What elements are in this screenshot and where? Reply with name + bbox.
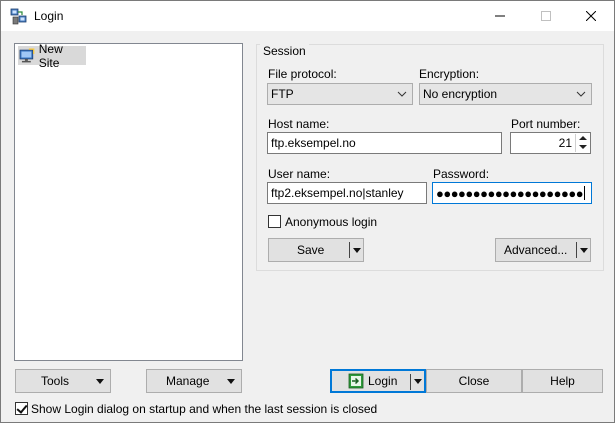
advanced-button-label: Advanced...	[504, 243, 568, 257]
tools-button[interactable]: Tools	[15, 369, 111, 393]
password-input[interactable]: ●●●●●●●●●●●●●●●●●●●●	[432, 182, 592, 204]
file-protocol-label: File protocol:	[268, 67, 337, 81]
anonymous-login-checkbox[interactable]	[268, 215, 281, 228]
port-number-spinner[interactable]	[575, 134, 589, 152]
password-label: Password:	[433, 167, 490, 181]
login-button-label: Login	[368, 374, 398, 388]
maximize-icon	[541, 11, 551, 21]
save-dropdown-arrow-icon[interactable]	[353, 248, 361, 253]
host-name-input[interactable]: ftp.eksempel.no	[267, 132, 502, 154]
site-tree-item-new-site[interactable]: New Site	[18, 42, 86, 70]
help-button-label: Help	[550, 374, 575, 388]
manage-dropdown-arrow-icon	[227, 379, 235, 384]
chevron-down-icon	[397, 91, 407, 97]
computer-icon	[19, 48, 35, 62]
user-name-input[interactable]: ftp2.eksempel.no|stanley	[267, 182, 427, 204]
close-button-label: Close	[458, 374, 490, 388]
login-icon	[348, 373, 364, 389]
minimize-button[interactable]	[477, 1, 523, 31]
show-on-startup-checkbox[interactable]	[15, 402, 28, 415]
anonymous-login-label[interactable]: Anonymous login	[285, 215, 377, 229]
help-button[interactable]: Help	[522, 369, 603, 393]
port-number-value: 21	[558, 136, 572, 150]
winscp-app-icon	[10, 8, 27, 25]
manage-button[interactable]: Manage	[146, 369, 242, 393]
encryption-value: No encryption	[423, 87, 498, 101]
save-button-label: Save	[297, 243, 325, 257]
login-button[interactable]: Login	[330, 369, 426, 393]
text-caret	[584, 186, 586, 200]
minimize-icon	[495, 15, 505, 17]
spin-down-icon[interactable]	[579, 145, 587, 149]
login-dropdown-arrow-icon[interactable]	[414, 379, 422, 384]
split-divider	[349, 242, 350, 258]
split-divider	[576, 242, 577, 258]
show-on-startup-label[interactable]: Show Login dialog on startup and when th…	[31, 402, 377, 416]
login-dialog: Login New Site Session File protocol: FT…	[0, 0, 615, 423]
user-name-label: User name:	[268, 167, 331, 181]
file-protocol-value: FTP	[271, 87, 294, 101]
port-number-label: Port number:	[511, 117, 581, 131]
close-icon	[586, 11, 596, 21]
password-masked-value: ●●●●●●●●●●●●●●●●●●●●	[436, 185, 584, 201]
advanced-button[interactable]: Advanced...	[495, 238, 591, 262]
tools-dropdown-arrow-icon	[96, 379, 104, 384]
advanced-dropdown-arrow-icon[interactable]	[580, 248, 588, 253]
site-tree-item-label: New Site	[38, 41, 63, 70]
window-title: Login	[34, 9, 64, 23]
host-name-value: ftp.eksempel.no	[271, 136, 356, 150]
save-button[interactable]: Save	[268, 238, 364, 262]
file-protocol-select[interactable]: FTP	[267, 83, 413, 105]
host-name-label: Host name:	[268, 117, 330, 131]
manage-button-label: Manage	[166, 374, 210, 388]
session-group-title: Session	[260, 44, 309, 58]
user-name-value: ftp2.eksempel.no|stanley	[271, 186, 404, 200]
spin-up-icon[interactable]	[579, 136, 587, 140]
tools-button-label: Tools	[41, 374, 70, 388]
maximize-button[interactable]	[523, 1, 569, 31]
encryption-select[interactable]: No encryption	[419, 83, 592, 105]
site-tree[interactable]: New Site	[14, 42, 243, 361]
encryption-label: Encryption:	[419, 67, 480, 81]
port-number-input[interactable]: 21	[510, 132, 591, 154]
split-divider	[410, 374, 411, 390]
close-button[interactable]: Close	[426, 369, 522, 393]
chevron-down-icon	[576, 91, 586, 97]
close-window-button[interactable]	[568, 1, 614, 31]
title-bar[interactable]: Login	[1, 1, 614, 31]
